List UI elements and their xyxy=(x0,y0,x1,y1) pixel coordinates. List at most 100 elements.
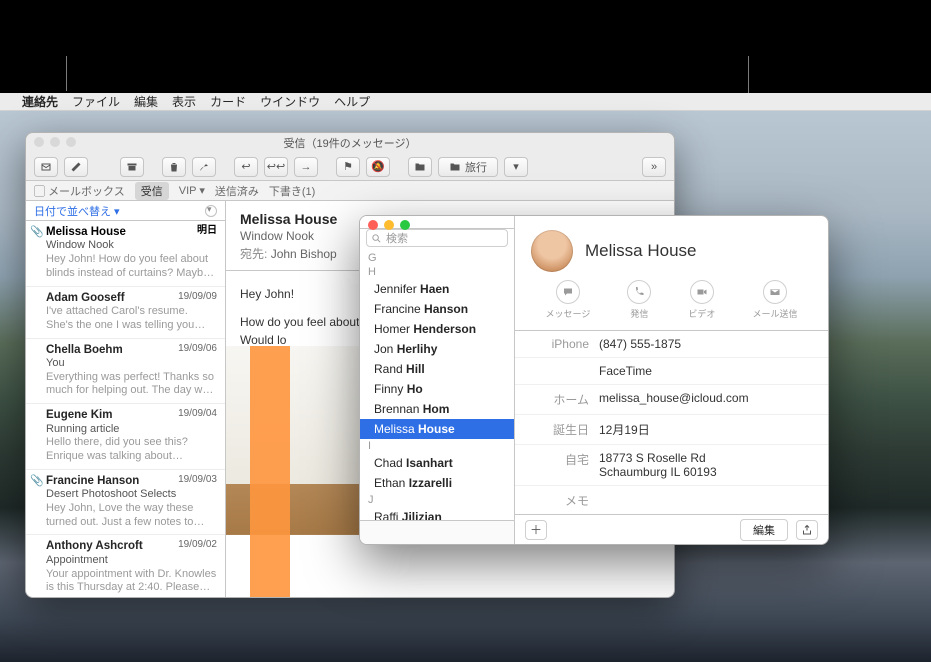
contact-field-value[interactable]: (847) 555-1875 xyxy=(599,337,814,351)
contact-field-label: iPhone xyxy=(529,337,589,351)
contact-list-item[interactable]: Ethan Izzarelli xyxy=(360,473,514,493)
sent-favorite[interactable]: 送信済み xyxy=(215,183,259,199)
menubar: 連絡先 ファイル 編集 表示 カード ウインドウ ヘルプ xyxy=(0,93,931,111)
contact-field-row: 誕生日 12月19日 xyxy=(515,415,828,445)
message-item[interactable]: Adam Gooseff19/09/09I've attached Carol'… xyxy=(26,287,225,339)
contact-list-item[interactable]: Chad Isanhart xyxy=(360,453,514,473)
flag-button[interactable]: ⚑ xyxy=(336,157,360,177)
menu-help[interactable]: ヘルプ xyxy=(334,93,370,110)
message-action-label: メッセージ xyxy=(546,307,591,320)
mail-action[interactable]: メール送信 xyxy=(752,280,797,320)
drafts-favorite[interactable]: 下書き(1) xyxy=(269,183,315,199)
message-date: 明日 xyxy=(197,225,217,238)
contact-field-label: メモ xyxy=(529,492,589,509)
contact-field-value[interactable]: FaceTime xyxy=(599,364,814,378)
contact-card-footer: ＋ 編集 xyxy=(515,514,828,544)
contacts-list-footer xyxy=(360,520,514,544)
message-item[interactable]: 📎Melissa House明日Window NookHey John! How… xyxy=(26,221,225,287)
mail-zoom[interactable] xyxy=(66,137,76,147)
forward-button[interactable]: → xyxy=(294,157,318,177)
contacts-list-pane: 検索 GHJennifer HaenFrancine HansonHomer H… xyxy=(360,216,515,544)
contact-field-value[interactable]: melissa_house@icloud.com xyxy=(599,391,814,405)
contact-list-item[interactable]: Jennifer Haen xyxy=(360,279,514,299)
sort-control[interactable]: 日付で並べ替え ▾ xyxy=(26,201,225,221)
compose-button[interactable] xyxy=(64,157,88,177)
contacts-section-header: H xyxy=(360,265,514,279)
message-item[interactable]: Anthony Ashcroft19/09/02AppointmentYour … xyxy=(26,535,225,597)
menu-file[interactable]: ファイル xyxy=(72,93,120,110)
menu-window[interactable]: ウインドウ xyxy=(260,93,320,110)
mail-minimize[interactable] xyxy=(50,137,60,147)
move-dropdown[interactable]: ▾ xyxy=(504,157,528,177)
message-subject: Running article xyxy=(46,423,217,437)
mail-traffic-lights[interactable] xyxy=(34,137,76,147)
mail-title: 受信（19件のメッセージ） xyxy=(283,135,416,151)
attachment-icon: 📎 xyxy=(30,226,44,240)
share-icon xyxy=(801,524,813,536)
screenshot-black-margin xyxy=(0,0,931,93)
contact-list-item[interactable]: Finny Ho xyxy=(360,379,514,399)
reply-all-button[interactable]: ↩↩ xyxy=(264,157,288,177)
message-preview: Hey John, Love the way these turned out.… xyxy=(46,502,217,530)
message-preview: Hey John! How do you feel about blinds i… xyxy=(46,253,217,281)
contacts-traffic-lights[interactable] xyxy=(368,220,410,230)
message-preview: Everything was perfect! Thanks so much f… xyxy=(46,371,217,399)
menu-view[interactable]: 表示 xyxy=(172,93,196,110)
travel-folder-label: 旅行 xyxy=(465,159,487,175)
mailboxes-toggle[interactable]: ▢ メールボックス xyxy=(34,183,125,199)
move-button[interactable] xyxy=(408,157,432,177)
message-item[interactable]: 📎Francine Hanson19/09/03Desert Photoshoo… xyxy=(26,470,225,536)
contact-field-row: iPhone (847) 555-1875 xyxy=(515,331,828,358)
contact-field-value[interactable]: 18773 S Roselle Rd Schaumburg IL 60193 xyxy=(599,451,814,479)
callout-line-menubar xyxy=(66,56,67,91)
delete-button[interactable] xyxy=(162,157,186,177)
junk-button[interactable] xyxy=(192,157,216,177)
menu-card[interactable]: カード xyxy=(210,93,246,110)
contacts-search[interactable]: 検索 xyxy=(366,229,508,247)
edit-button[interactable]: 編集 xyxy=(740,519,788,541)
favorites-bar: ▢ メールボックス 受信 VIP ▾ 送信済み 下書き(1) xyxy=(26,181,674,201)
archive-button[interactable] xyxy=(120,157,144,177)
message-action[interactable]: メッセージ xyxy=(546,280,591,320)
contact-field-value[interactable]: 12月19日 xyxy=(599,421,814,438)
contact-field-label: 誕生日 xyxy=(529,421,589,438)
message-item[interactable]: Chella Boehm19/09/06YouEverything was pe… xyxy=(26,339,225,405)
contact-list-item[interactable]: Rand Hill xyxy=(360,359,514,379)
contacts-zoom[interactable] xyxy=(400,220,410,230)
menu-edit[interactable]: 編集 xyxy=(134,93,158,110)
filter-icon[interactable] xyxy=(205,205,217,217)
contact-card: Melissa House メッセージ 発信 ビデオ メール送信 iPhone(… xyxy=(515,216,828,544)
contacts-close[interactable] xyxy=(368,220,378,230)
contact-field-row: メモ xyxy=(515,486,828,514)
mail-titlebar[interactable]: 受信（19件のメッセージ） xyxy=(26,133,674,153)
message-date: 19/09/06 xyxy=(178,343,217,356)
move-to-travel-button[interactable]: 旅行 xyxy=(438,157,498,177)
get-mail-button[interactable] xyxy=(34,157,58,177)
contacts-section-header: I xyxy=(360,439,514,453)
message-subject: Desert Photoshoot Selects xyxy=(46,488,217,502)
phone-icon xyxy=(633,286,645,298)
video-action[interactable]: ビデオ xyxy=(688,280,715,320)
contact-list-item[interactable]: Jon Herlihy xyxy=(360,339,514,359)
contact-list-item[interactable]: Francine Hanson xyxy=(360,299,514,319)
mail-close[interactable] xyxy=(34,137,44,147)
message-preview: Your appointment with Dr. Knowles is thi… xyxy=(46,568,217,596)
reply-button[interactable]: ↩ xyxy=(234,157,258,177)
message-preview: I've attached Carol's resume. She's the … xyxy=(46,305,217,333)
contact-list-item[interactable]: Brennan Hom xyxy=(360,399,514,419)
contact-avatar[interactable] xyxy=(531,230,573,272)
message-subject: Appointment xyxy=(46,554,217,568)
message-item[interactable]: Eugene Kim19/09/04Running articleHello t… xyxy=(26,404,225,470)
contact-list-item[interactable]: Melissa House xyxy=(360,419,514,439)
toolbar-overflow[interactable]: » xyxy=(642,157,666,177)
contact-list-item[interactable]: Raffi Jilizian xyxy=(360,507,514,520)
contacts-minimize[interactable] xyxy=(384,220,394,230)
app-menu[interactable]: 連絡先 xyxy=(22,93,58,110)
mute-button[interactable]: 🔕 xyxy=(366,157,390,177)
add-field-button[interactable]: ＋ xyxy=(525,520,547,540)
vip-favorite[interactable]: VIP ▾ xyxy=(179,184,205,197)
inbox-favorite[interactable]: 受信 xyxy=(135,182,169,200)
contact-list-item[interactable]: Homer Henderson xyxy=(360,319,514,339)
call-action[interactable]: 発信 xyxy=(627,280,651,320)
share-button[interactable] xyxy=(796,520,818,540)
